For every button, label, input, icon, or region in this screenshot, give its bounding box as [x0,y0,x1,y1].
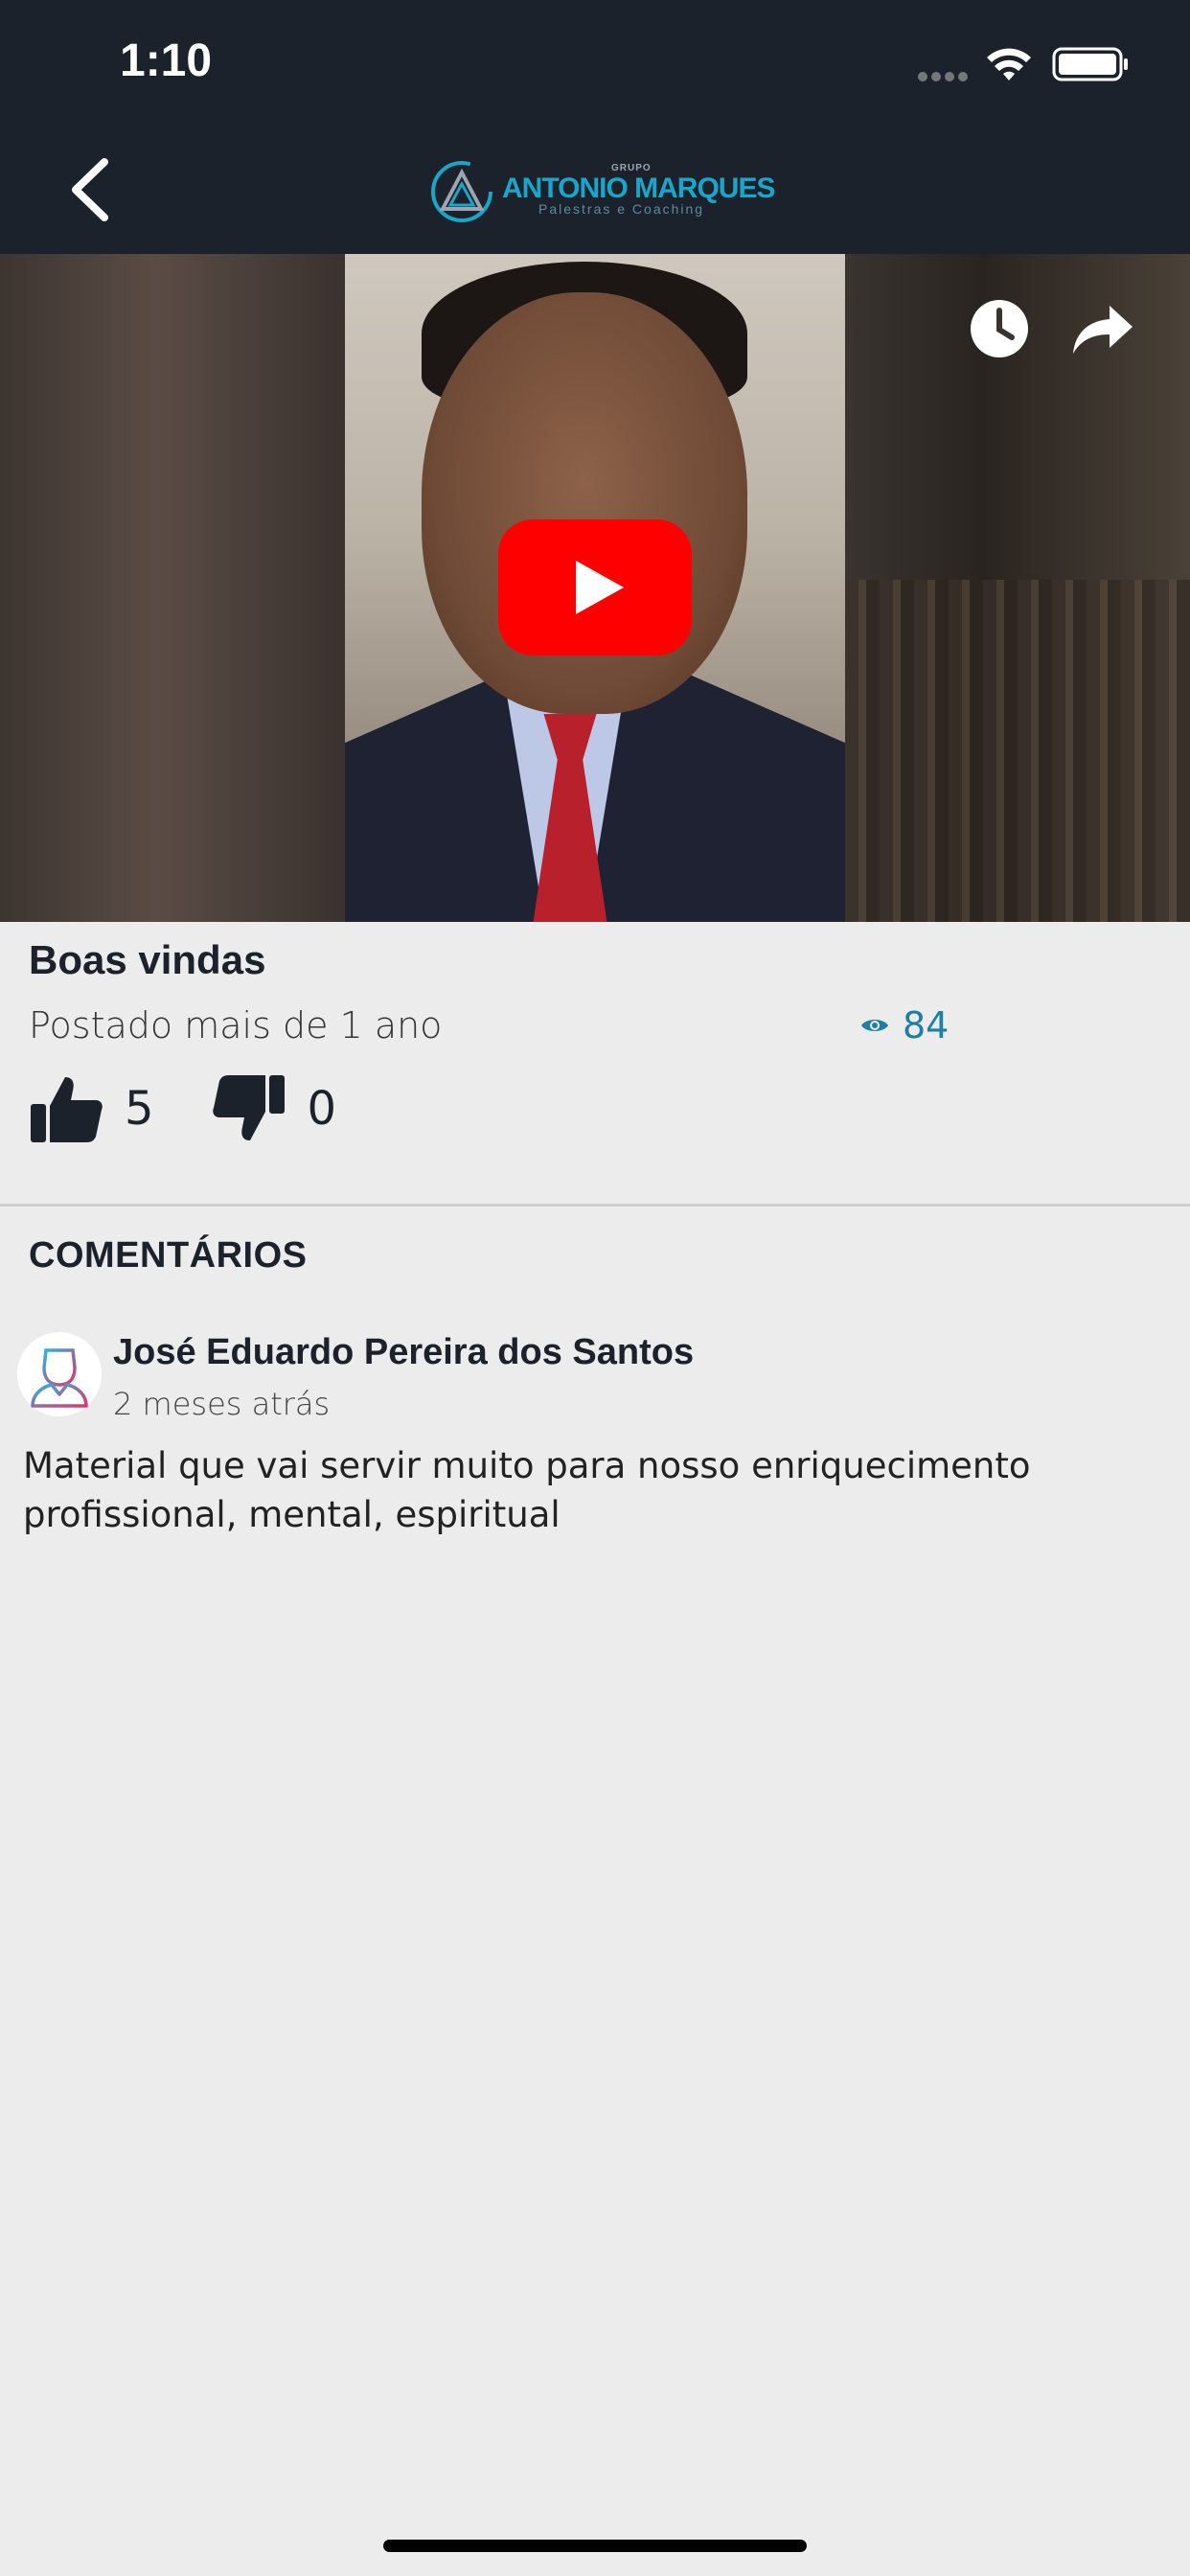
brand-logo: GRUPO ANTONIO MARQUES Palestras e Coachi… [422,153,776,230]
video-frame-left [0,254,345,922]
video-bookshelf [845,580,1190,922]
cellular-signal-icon [918,69,972,86]
home-indicator[interactable] [383,2540,807,2552]
top-bar: 1:10 GRUPO ANTONIO MARQUES Palestras e C… [0,0,1190,254]
reactions-row: 5 0 [29,1071,394,1146]
share-icon[interactable] [1071,302,1134,356]
thumbs-up-icon[interactable] [29,1071,103,1146]
status-time: 1:10 [120,35,213,86]
comment-author: José Eduardo Pereira dos Santos [113,1332,695,1372]
wifi-icon [987,48,1031,80]
play-icon [576,561,624,614]
video-player[interactable] [0,254,1190,922]
view-count: 84 [860,1004,949,1046]
comments-heading: COMENTÁRIOS [29,1235,308,1276]
logo-subtitle-text: Palestras e Coaching [538,201,705,217]
youtube-play-button[interactable] [498,519,692,656]
comment-time: 2 meses atrás [113,1386,331,1422]
logo-mark-icon [431,161,492,222]
comment-text: Material que vai servir muito para nosso… [23,1445,1031,1535]
view-count-value: 84 [903,1004,950,1046]
like-count: 5 [125,1082,154,1136]
chevron-left-icon [72,158,108,221]
eye-icon [861,1020,888,1031]
clock-icon[interactable] [968,297,1031,360]
thumbs-down-icon[interactable] [212,1071,286,1146]
section-divider [0,1204,1190,1207]
logo-name-text: ANTONIO MARQUES [502,172,775,204]
dislike-count: 0 [307,1082,337,1136]
back-button[interactable] [56,151,123,228]
user-avatar-icon [31,1348,88,1408]
post-title: Boas vindas [29,937,266,982]
avatar[interactable] [17,1332,102,1416]
post-date: Postado mais de 1 ano [29,1004,443,1046]
battery-icon [1052,47,1128,81]
